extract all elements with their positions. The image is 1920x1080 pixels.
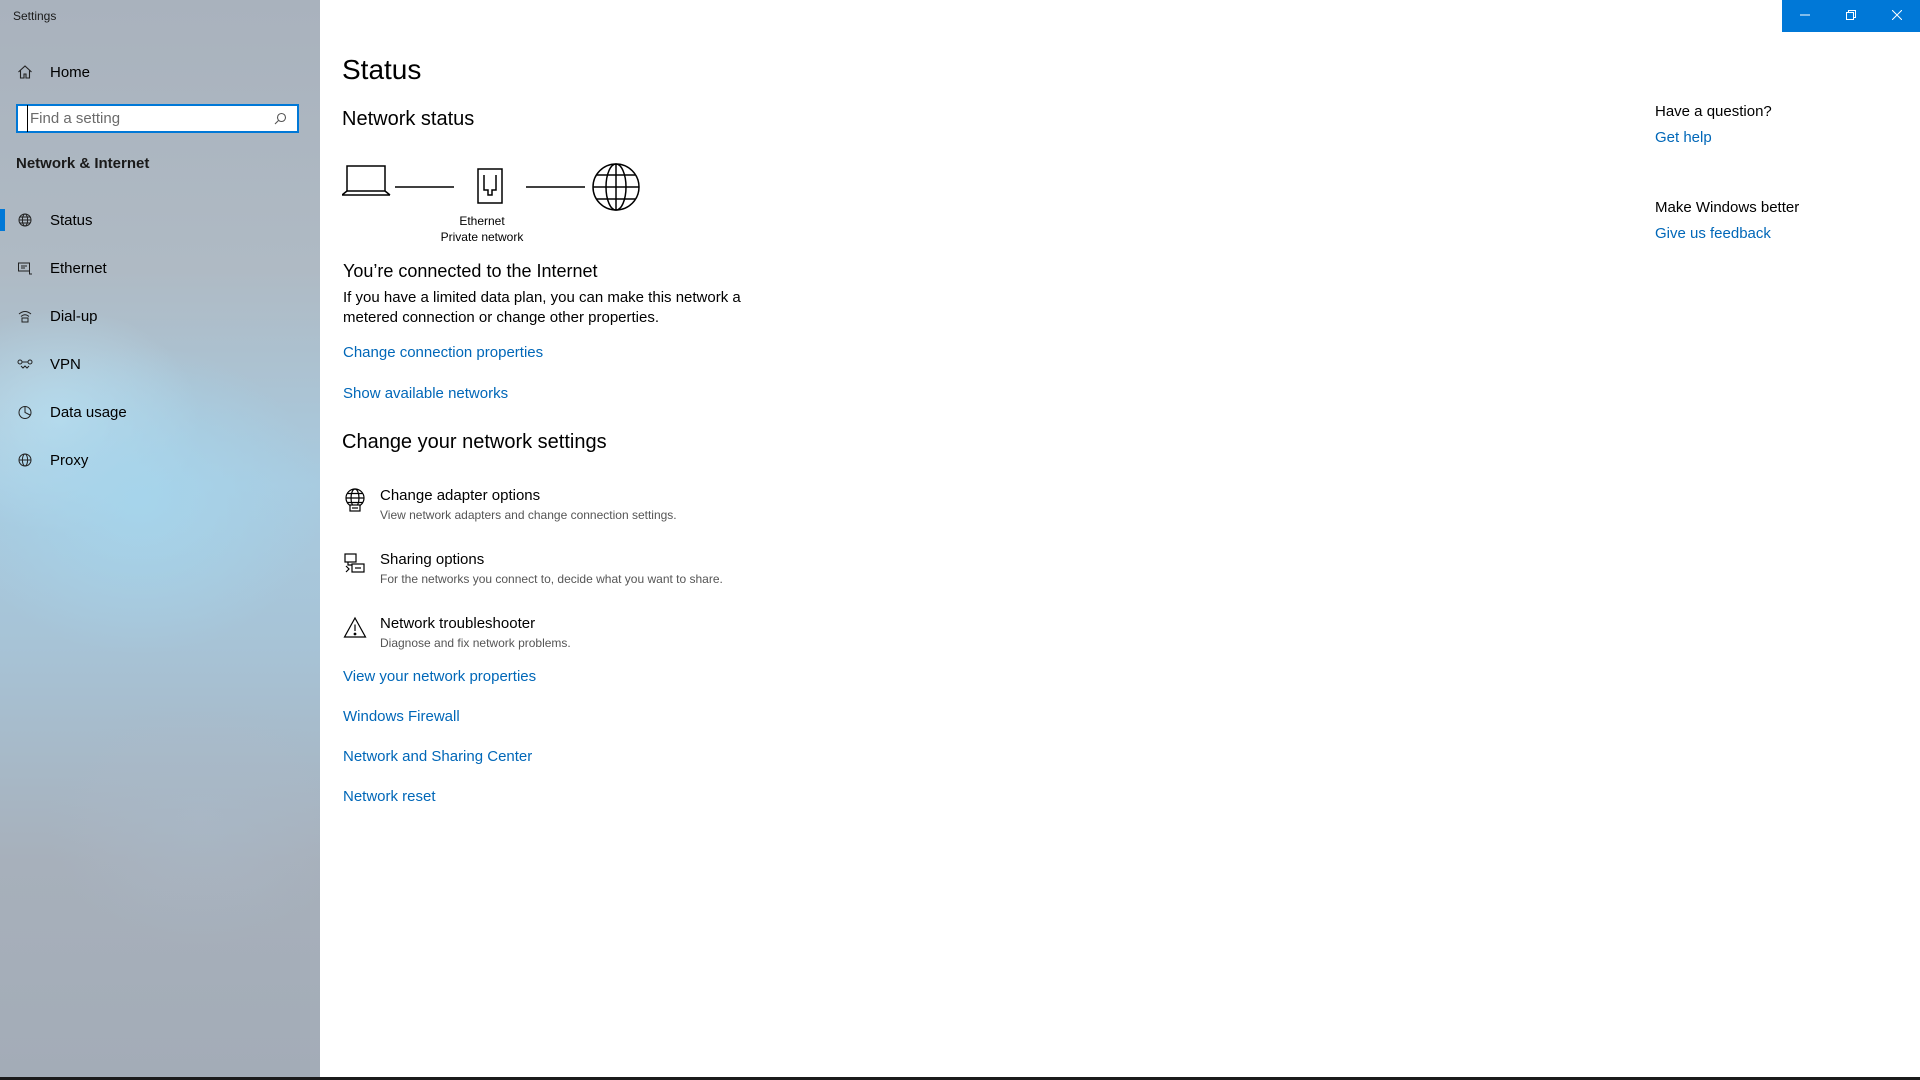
sidebar-nav: Status Ethernet Dial-up VPN Data usage P… xyxy=(0,196,320,484)
setting-desc: Diagnose and fix network problems. xyxy=(380,636,571,650)
setting-desc: View network adapters and change connect… xyxy=(380,508,677,522)
network-reset-link[interactable]: Network reset xyxy=(343,788,436,805)
connection-status-title: You’re connected to the Internet xyxy=(343,261,598,281)
restore-button[interactable] xyxy=(1828,0,1874,32)
minimize-icon xyxy=(1800,7,1810,25)
sidebar-item-vpn[interactable]: VPN xyxy=(0,340,320,388)
sidebar-item-proxy[interactable]: Proxy xyxy=(0,436,320,484)
connection-status-desc: If you have a limited data plan, you can… xyxy=(343,289,741,326)
laptop-icon xyxy=(342,165,391,196)
network-type: Private network xyxy=(440,230,524,244)
globe-status-icon xyxy=(15,210,35,230)
search-input[interactable] xyxy=(27,105,269,132)
adapter-name: Ethernet xyxy=(459,214,505,228)
sidebar-item-status[interactable]: Status xyxy=(0,196,320,244)
adapter-globe-icon xyxy=(342,488,368,514)
sharing-options-item[interactable]: Sharing options For the networks you con… xyxy=(342,550,822,588)
close-icon xyxy=(1891,7,1903,25)
setting-title: Change adapter options xyxy=(380,487,541,504)
ethernet-icon xyxy=(15,258,35,278)
network-diagram: Ethernet Private network xyxy=(342,160,672,244)
search-box[interactable] xyxy=(16,104,299,133)
globe-icon xyxy=(15,450,35,470)
sidebar-item-label: Proxy xyxy=(50,451,89,469)
home-icon xyxy=(15,62,35,82)
feedback-section: Make Windows better Give us feedback xyxy=(1655,199,1799,242)
sidebar-section-title: Network & Internet xyxy=(16,155,150,172)
sidebar-item-dialup[interactable]: Dial-up xyxy=(0,292,320,340)
setting-text: Network troubleshooter Diagnose and fix … xyxy=(380,614,571,652)
restore-icon xyxy=(1846,7,1856,25)
warning-icon xyxy=(342,616,368,642)
sidebar-item-label: Dial-up xyxy=(50,307,98,325)
page-title: Status xyxy=(342,54,422,85)
setting-desc: For the networks you connect to, decide … xyxy=(380,572,723,586)
help-heading: Have a question? xyxy=(1655,103,1772,120)
ethernet-port-icon xyxy=(477,168,503,204)
sidebar: Settings Home Network & Internet xyxy=(0,0,320,1077)
give-feedback-link[interactable]: Give us feedback xyxy=(1655,225,1799,242)
minimize-button[interactable] xyxy=(1782,0,1828,32)
change-connection-properties-link[interactable]: Change connection properties xyxy=(343,344,543,361)
sharing-icon xyxy=(342,552,368,578)
setting-title: Network troubleshooter xyxy=(380,615,536,632)
vpn-icon xyxy=(15,354,35,374)
sidebar-item-label: VPN xyxy=(50,355,81,373)
change-adapter-options-item[interactable]: Change adapter options View network adap… xyxy=(342,486,822,524)
internet-globe-icon xyxy=(592,163,640,211)
close-button[interactable] xyxy=(1874,0,1920,32)
adapter-label: Ethernet Private network xyxy=(432,213,532,245)
data-usage-icon xyxy=(15,402,35,422)
sidebar-item-data-usage[interactable]: Data usage xyxy=(0,388,320,436)
setting-text: Change adapter options View network adap… xyxy=(380,486,677,524)
change-settings-heading: Change your network settings xyxy=(342,431,607,453)
network-sharing-center-link[interactable]: Network and Sharing Center xyxy=(343,748,532,765)
app-title: Settings xyxy=(13,9,57,23)
windows-firewall-link[interactable]: Windows Firewall xyxy=(343,708,460,725)
setting-text: Sharing options For the networks you con… xyxy=(380,550,723,588)
show-available-networks-link[interactable]: Show available networks xyxy=(343,385,508,402)
view-network-properties-link[interactable]: View your network properties xyxy=(343,668,536,685)
sidebar-item-ethernet[interactable]: Ethernet xyxy=(0,244,320,292)
sidebar-item-label: Status xyxy=(50,211,93,229)
network-troubleshooter-item[interactable]: Network troubleshooter Diagnose and fix … xyxy=(342,614,822,652)
sidebar-item-home[interactable]: Home xyxy=(0,56,320,88)
feedback-heading: Make Windows better xyxy=(1655,199,1800,216)
window-controls xyxy=(1782,0,1920,32)
get-help-link[interactable]: Get help xyxy=(1655,129,1772,146)
settings-window: Settings Home Network & Internet xyxy=(0,0,1920,1077)
search-icon[interactable] xyxy=(269,108,291,130)
help-section: Have a question? Get help xyxy=(1655,103,1772,146)
main-content: Status Network status Ethernet Private n… xyxy=(320,0,1920,1077)
sidebar-item-label: Home xyxy=(50,63,91,81)
dialup-icon xyxy=(15,306,35,326)
network-status-heading: Network status xyxy=(342,108,475,130)
sidebar-item-label: Data usage xyxy=(50,403,127,421)
sidebar-item-label: Ethernet xyxy=(50,259,107,277)
setting-title: Sharing options xyxy=(380,551,485,568)
